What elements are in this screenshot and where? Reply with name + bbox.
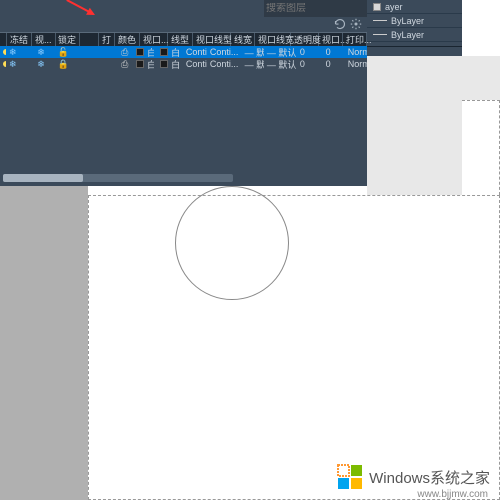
color-swatch-icon — [136, 48, 144, 56]
col-plot[interactable]: 打 — [99, 33, 115, 46]
transparency-cell[interactable]: 0 — [297, 59, 323, 69]
windows-logo-icon — [337, 464, 363, 490]
refresh-icon[interactable] — [334, 18, 346, 30]
drawing-paper-top[interactable] — [462, 100, 500, 195]
line-icon — [373, 20, 387, 21]
scrollbar-thumb[interactable] — [3, 174, 83, 182]
col-transparency[interactable]: 透明度 — [291, 33, 319, 46]
col-color[interactable]: 颜色 — [115, 33, 140, 46]
search-input[interactable] — [266, 3, 398, 14]
freeze-icon[interactable]: ❄ — [6, 47, 30, 58]
col-freeze[interactable]: 冻结 — [7, 33, 32, 46]
col-lineweight[interactable]: 线宽 — [231, 33, 255, 46]
gear-icon[interactable] — [350, 18, 362, 30]
vplinetype-cell[interactable]: Conti... — [207, 47, 242, 57]
col-vpfreeze[interactable]: 视... — [32, 33, 56, 46]
freeze-icon[interactable]: ❄ — [6, 59, 30, 70]
col-vptransparency[interactable]: 视口... — [319, 33, 343, 46]
watermark: Windows系统之家 — [337, 464, 490, 490]
watermark-text: Windows系统之家 — [369, 467, 490, 488]
lineweight-cell[interactable]: — 默认 — [242, 58, 264, 71]
lock-icon[interactable]: 🔒 — [52, 59, 74, 70]
col-lock[interactable]: 锁定 — [56, 33, 80, 46]
linetype-cell[interactable]: Continu... — [183, 59, 207, 69]
print-icon[interactable]: ⎙ — [118, 59, 133, 70]
watermark-url: www.bjjmw.com — [417, 489, 488, 500]
print-icon[interactable]: ⎙ — [118, 47, 133, 58]
plotstyle-cell[interactable]: Norma — [345, 47, 367, 57]
horizontal-scrollbar[interactable] — [3, 174, 233, 182]
col-vplinetype[interactable]: 视口线型 — [193, 33, 231, 46]
color-swatch-icon — [160, 60, 168, 68]
layer-rows: ❄ ❄ 🔓 ⎙ 白 白 Continu... Conti... — 默认 — 默… — [0, 46, 367, 70]
plotstyle-cell[interactable]: Norma — [345, 59, 367, 69]
vptransparency-cell[interactable]: 0 — [323, 47, 345, 57]
layer-row[interactable]: ❄ ❄ 🔓 ⎙ 白 白 Continu... Conti... — 默认 — 默… — [0, 46, 367, 58]
layer-row[interactable]: ❄ ❄ 🔒 ⎙ 白 白 Continu... Conti... — 默认 — 默… — [0, 58, 367, 70]
vplinetype-cell[interactable]: Conti... — [207, 59, 242, 69]
vpcolor-cell[interactable]: 白 — [157, 58, 183, 71]
col-vpcolor[interactable]: 视口... — [140, 33, 168, 46]
lock-icon[interactable]: 🔓 — [52, 47, 74, 58]
vptransparency-cell[interactable]: 0 — [323, 59, 345, 69]
search-area — [264, 0, 367, 17]
col-linetype[interactable]: 线型 — [168, 33, 193, 46]
line-icon — [373, 34, 387, 35]
color-swatch-icon — [160, 48, 168, 56]
transparency-cell[interactable]: 0 — [297, 47, 323, 57]
vpfreeze-icon[interactable]: ❄ — [30, 59, 52, 70]
col-vplineweight[interactable]: 视口线宽 — [255, 33, 291, 46]
separator — [367, 46, 462, 47]
annotation-arrow — [66, 0, 93, 15]
vplineweight-cell[interactable]: — 默认 — [264, 58, 297, 71]
prop-row[interactable]: ByLayer — [367, 28, 462, 42]
circle-entity[interactable] — [175, 186, 289, 300]
linetype-cell[interactable]: Continu... — [183, 47, 207, 57]
color-swatch-icon — [136, 60, 144, 68]
drawing-paper[interactable] — [88, 195, 500, 500]
layer-panel: 冻结 视... 锁定 打 颜色 视口... 线型 视口线型 线宽 视口线宽 透明… — [0, 0, 367, 186]
prop-row[interactable]: ByLayer — [367, 14, 462, 28]
col-plotstyle[interactable]: 打印... — [343, 33, 367, 46]
canvas-bg-left — [0, 186, 88, 500]
color-cell[interactable]: 白 — [133, 58, 157, 71]
vpfreeze-icon[interactable]: ❄ — [30, 47, 52, 58]
toolbar-icons — [334, 17, 362, 31]
layer-header: 冻结 视... 锁定 打 颜色 视口... 线型 视口线型 线宽 视口线宽 透明… — [0, 32, 367, 46]
